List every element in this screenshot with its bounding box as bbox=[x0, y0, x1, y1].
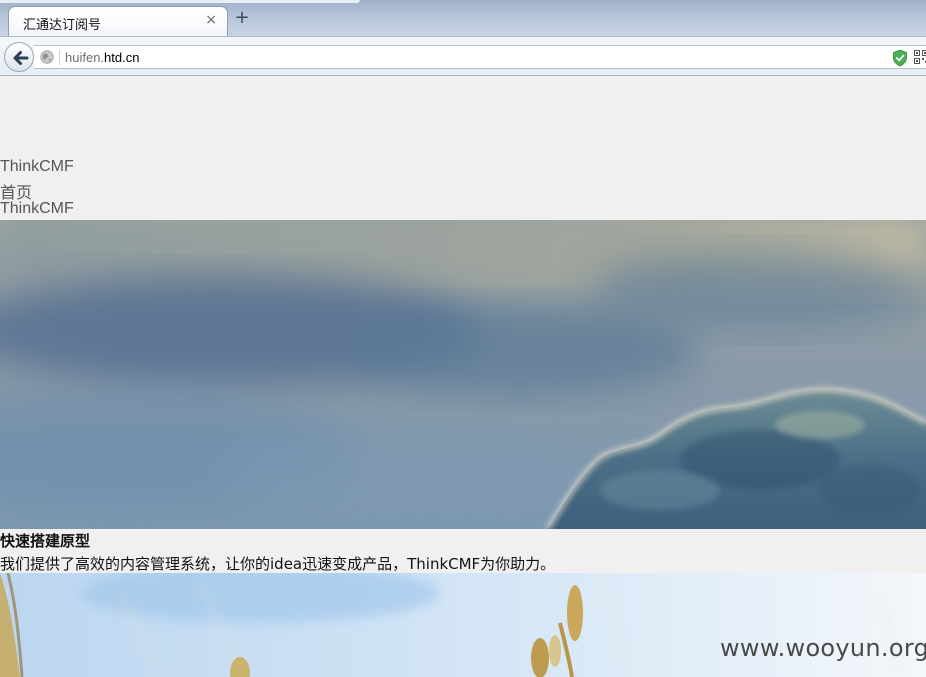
url-prefix: huifen. bbox=[65, 50, 105, 65]
tab-close-icon[interactable]: × bbox=[205, 12, 217, 28]
url-domain: htd.cn bbox=[104, 50, 140, 65]
rock-landscape-image bbox=[0, 220, 926, 529]
url-separator bbox=[59, 50, 60, 65]
browser-tab-bar: 汇通达订阅号 × + bbox=[0, 0, 926, 36]
qr-code-icon[interactable] bbox=[914, 50, 926, 64]
site-brand-link-secondary[interactable]: ThinkCMF bbox=[0, 200, 74, 218]
browser-tab-active[interactable]: 汇通达订阅号 × bbox=[8, 6, 228, 36]
address-bar[interactable]: huifen.htd.cn bbox=[34, 45, 926, 69]
site-brand-link[interactable]: ThinkCMF bbox=[0, 158, 74, 176]
page-content: ThinkCMF 首页 ThinkCMF 快速搭建原型 我们提供了高效的内容管理… bbox=[0, 77, 926, 677]
new-tab-button[interactable]: + bbox=[233, 9, 251, 27]
slider-caption-title: 快速搭建原型 bbox=[0, 532, 91, 550]
globe-icon bbox=[40, 50, 54, 64]
tab-title: 汇通达订阅号 bbox=[23, 18, 102, 33]
back-button[interactable] bbox=[4, 42, 34, 72]
shield-check-icon[interactable] bbox=[892, 49, 908, 67]
back-arrow-icon bbox=[13, 51, 29, 65]
slider-caption-text: 我们提供了高效的内容管理系统，让你的idea迅速变成产品，ThinkCMF为你助… bbox=[0, 555, 556, 573]
watermark-text: www.wooyun.org bbox=[720, 634, 926, 662]
url-text[interactable]: huifen.htd.cn bbox=[65, 50, 139, 65]
browser-nav-bar: huifen.htd.cn bbox=[0, 36, 926, 76]
tab-bar-top-strip bbox=[0, 0, 360, 3]
slider-image-rock bbox=[0, 220, 926, 529]
